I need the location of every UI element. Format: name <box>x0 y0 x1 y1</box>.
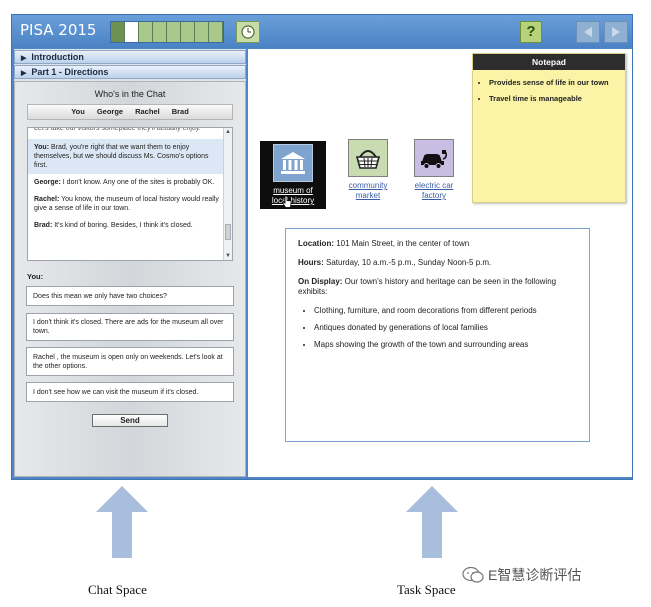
previous-button[interactable] <box>576 21 600 43</box>
section-directions[interactable]: ▶ Part 1 - Directions <box>14 65 246 79</box>
up-arrow-chat-space <box>96 486 148 558</box>
triangle-right-icon: ▶ <box>21 55 27 62</box>
progress-cell <box>153 22 167 42</box>
exhibit-item: Antiques donated by generations of local… <box>314 323 577 333</box>
you-label: You: <box>27 272 44 281</box>
participant-rachel: Rachel <box>135 107 160 116</box>
scroll-down-icon[interactable]: ▼ <box>225 253 231 259</box>
chat-message: Brad: It's kind of boring. Besides, I th… <box>34 222 193 229</box>
timer-button[interactable] <box>236 21 260 43</box>
caption-chat-space: Chat Space <box>88 582 147 597</box>
chat-message: You: Brad, you're right that we want the… <box>28 139 224 174</box>
up-arrow-task-space <box>406 486 458 558</box>
progress-cell <box>111 22 125 42</box>
arrow-left-icon <box>584 27 592 37</box>
progress-cell <box>125 22 139 42</box>
exhibit-item: Maps showing the growth of the town and … <box>314 340 577 350</box>
help-button[interactable]: ? <box>520 21 542 43</box>
response-option-3[interactable]: Rachel , the museum is open only on week… <box>26 347 234 376</box>
notepad-item: Provides sense of life in our town <box>489 78 625 88</box>
response-option-4[interactable]: I don't see how we can visit the museum … <box>26 382 234 402</box>
site-details-panel: Location: 101 Main Street, in the center… <box>285 228 590 442</box>
wechat-icon <box>462 566 484 583</box>
chat-scrollbar[interactable]: ▲ ▼ <box>223 128 232 260</box>
detail-hours: Hours: Saturday, 10 a.m.-5 p.m., Sunday … <box>298 258 492 267</box>
response-option-2[interactable]: I don't think it's closed. There are ads… <box>26 313 234 341</box>
send-button[interactable]: Send <box>92 414 168 427</box>
clock-icon <box>241 25 255 39</box>
chat-log[interactable]: Let's take our visitors someplace they'l… <box>27 127 233 261</box>
participant-brad: Brad <box>171 107 189 116</box>
section-introduction[interactable]: ▶ Introduction <box>14 50 246 64</box>
hand-cursor-icon <box>282 195 292 208</box>
watermark: E智慧诊断评估 <box>462 565 581 585</box>
scroll-thumb[interactable] <box>225 224 231 240</box>
triangle-right-icon: ▶ <box>21 70 27 77</box>
progress-cell <box>195 22 209 42</box>
museum-icon <box>281 152 305 174</box>
participant-you: You <box>71 107 85 116</box>
exhibit-list: Clothing, furniture, and room decoration… <box>298 306 577 350</box>
progress-cell <box>167 22 181 42</box>
tile-label[interactable]: community market <box>330 181 406 201</box>
progress-cell <box>209 22 223 42</box>
app-title: PISA 2015 <box>20 21 97 39</box>
chat-message-cutoff: Let's take our visitors someplace they'l… <box>34 127 201 132</box>
participant-george: George <box>96 107 124 116</box>
exhibit-item: Clothing, furniture, and room decoration… <box>314 306 577 316</box>
basket-icon <box>355 150 381 169</box>
top-bar: PISA 2015 ? <box>12 15 632 48</box>
participants-bar: You George Rachel Brad <box>27 104 233 120</box>
next-button[interactable] <box>604 21 628 43</box>
tile-community-market[interactable]: community market <box>330 139 406 201</box>
progress-bar <box>110 21 224 43</box>
tile-electric-car-factory[interactable]: electric car factory <box>396 139 472 201</box>
detail-on-display: On Display: Our town's history and herit… <box>298 277 557 296</box>
progress-cell <box>139 22 153 42</box>
tile-label[interactable]: electric car factory <box>396 181 472 201</box>
progress-cell <box>181 22 195 42</box>
tile-museum-of-local-history[interactable]: museum of local history <box>260 141 326 209</box>
scroll-up-icon[interactable]: ▲ <box>225 129 231 135</box>
notepad[interactable]: Notepad Provides sense of life in our to… <box>472 53 626 203</box>
chat-space: ▶ Introduction ▶ Part 1 - Directions Who's… <box>14 49 246 477</box>
pisa-app-window: PISA 2015 ? ▶ Introduction ▶ Part 1 - Dire… <box>11 14 633 480</box>
notepad-item: Travel time is manageable <box>489 94 625 104</box>
chat-message: Rachel: You know, the museum of local hi… <box>34 196 219 212</box>
tile-label[interactable]: museum of local history <box>260 186 326 206</box>
chat-panel: Who's in the Chat You George Rachel Brad… <box>14 81 246 477</box>
arrow-right-icon <box>612 27 620 37</box>
electric-car-icon <box>421 150 447 169</box>
chat-title: Who's in the Chat <box>94 89 166 99</box>
task-space: museum oflocal history communitymarket <box>248 49 632 477</box>
notepad-title: Notepad <box>473 54 625 70</box>
detail-location: Location: 101 Main Street, in the center… <box>298 239 470 248</box>
response-option-1[interactable]: Does this mean we only have two choices? <box>26 286 234 306</box>
notepad-list: Provides sense of life in our town Trave… <box>473 78 625 104</box>
caption-task-space: Task Space <box>397 582 456 597</box>
chat-message: George: I don't know. Any one of the sit… <box>34 179 215 186</box>
